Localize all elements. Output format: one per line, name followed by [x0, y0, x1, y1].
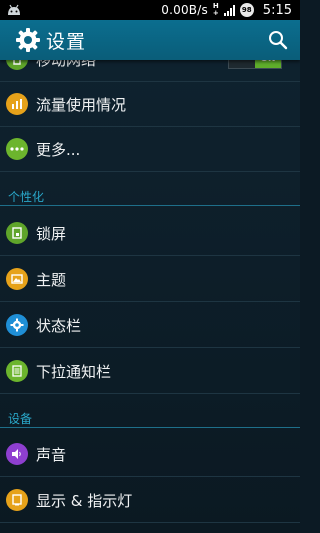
bar-chart-icon [6, 93, 28, 115]
status-clock: 5:15 [262, 2, 292, 18]
list-item-more[interactable]: 更多... [0, 127, 300, 172]
search-icon [269, 31, 288, 50]
android-robot-icon [4, 0, 24, 20]
mobile-network-label: 移动网络 [36, 60, 96, 70]
battery-icon: 98 [239, 3, 254, 17]
page-title: 设置 [46, 30, 87, 53]
list-item-display[interactable]: 显示 & 指示灯 [0, 478, 300, 523]
toggle-state-label: ON [255, 60, 281, 68]
theme-label: 主题 [36, 270, 67, 289]
section-header-device: 设备 [0, 406, 300, 428]
action-bar: 设置 [0, 20, 300, 60]
lock-screen-icon [6, 222, 28, 244]
theme-picture-icon [6, 268, 28, 290]
network-type-indicator: H + [213, 3, 219, 17]
list-item-lock-screen[interactable]: 锁屏 [0, 211, 300, 256]
settings-gear-icon [14, 26, 42, 54]
mobile-network-icon [6, 60, 28, 70]
list-item-sound[interactable]: 声音 [0, 432, 300, 477]
settings-screen: 0.00B/s H + 98 5:15 设置 流量使用情况 更多... 个性化 … [0, 0, 300, 533]
list-item-theme[interactable]: 主题 [0, 257, 300, 302]
network-speed: 0.00B/s [161, 3, 208, 17]
data-usage-label: 流量使用情况 [36, 95, 127, 114]
search-button[interactable] [266, 28, 290, 52]
lock-screen-label: 锁屏 [36, 224, 67, 243]
status-bar: 0.00B/s H + 98 5:15 [0, 0, 300, 20]
network-type-bottom: + [212, 9, 219, 17]
more-dots-icon [6, 138, 28, 160]
signal-strength-icon [223, 4, 235, 16]
more-label: 更多... [36, 140, 81, 159]
notification-panel-icon [6, 360, 28, 382]
sound-label: 声音 [36, 445, 67, 464]
list-item-notification-panel[interactable]: 下拉通知栏 [0, 349, 300, 394]
display-label: 显示 & 指示灯 [36, 491, 133, 510]
gear-small-icon [6, 314, 28, 336]
list-item-status-bar[interactable]: 状态栏 [0, 303, 300, 348]
display-icon [6, 489, 28, 511]
mobile-network-toggle[interactable]: ON [228, 60, 282, 69]
list-item-mobile-network[interactable]: 移动网络 ON [0, 60, 300, 82]
status-bar-label: 状态栏 [36, 316, 82, 335]
settings-list: 移动网络 ON 流量使用情况 更多... 个性化 锁屏 [0, 60, 300, 533]
list-item-data-usage[interactable]: 流量使用情况 [0, 82, 300, 127]
notification-panel-label: 下拉通知栏 [36, 362, 112, 381]
section-header-personalization: 个性化 [0, 184, 300, 206]
speaker-icon [6, 443, 28, 465]
